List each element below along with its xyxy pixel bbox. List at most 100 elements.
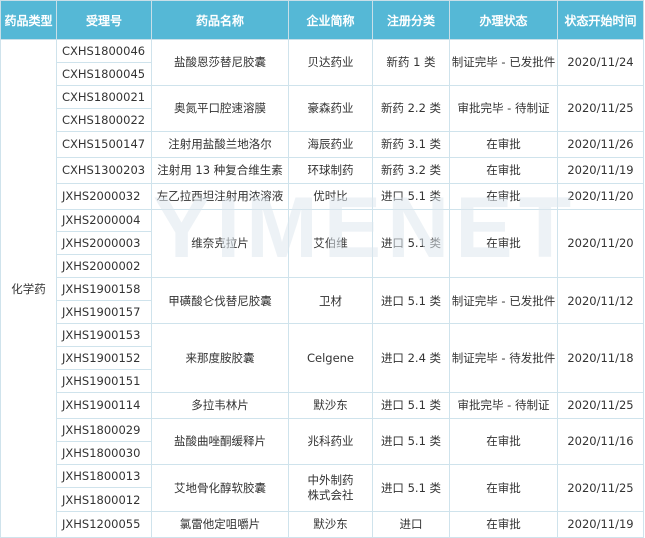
table-row: JXHS1800013 艾地骨化醇软胶囊 中外制药株式会社 进口 5.1 类 在… <box>1 463 644 512</box>
registration-cell: 新药 1 类 <box>372 39 450 86</box>
company-cell: 默沙东 <box>288 391 373 419</box>
acceptance-no-cell: JXHS1900153 <box>56 323 152 347</box>
company-cell: 优时比 <box>288 182 373 210</box>
drug-name-cell: 多拉韦林片 <box>151 391 289 419</box>
drug-name-cell: 左乙拉西坦注射用浓溶液 <box>151 182 289 210</box>
acceptance-no-cell: JXHS2000003 <box>56 231 152 256</box>
drug-name-cell: 甲磺酸仑伐替尼胶囊 <box>151 277 289 325</box>
table-row: JXHS1900158 甲磺酸仑伐替尼胶囊 卫材 进口 5.1 类 制证完毕 -… <box>1 277 644 325</box>
company-cell: 默沙东 <box>288 510 373 538</box>
company-cell: 豪森药业 <box>288 84 373 132</box>
drug-name-cell: 注射用 13 种复合维生素 <box>151 156 289 184</box>
acceptance-no-cell: JXHS2000032 <box>56 182 152 210</box>
drug-name-cell: 艾地骨化醇软胶囊 <box>151 463 289 512</box>
header-drug-name: 药品名称 <box>151 0 289 40</box>
company-cell: 中外制药株式会社 <box>288 463 373 512</box>
acceptance-no-cell: JXHS1900158 <box>56 277 152 302</box>
registration-cell: 进口 5.1 类 <box>372 417 450 465</box>
acceptance-no-cell: CXHS1800022 <box>56 107 152 132</box>
registration-cell: 进口 2.4 类 <box>372 323 450 393</box>
drug-name-cell: 盐酸曲唑酮缓释片 <box>151 417 289 465</box>
company-cell: 海辰药业 <box>288 130 373 158</box>
acceptance-no-cell: CXHS1800045 <box>56 61 152 86</box>
acceptance-no-cell: CXHS1500147 <box>56 130 152 158</box>
acceptance-no-cell: JXHS1200055 <box>56 510 152 538</box>
date-cell: 2020/11/26 <box>557 130 644 158</box>
drug-name-cell: 氯雷他定咀嚼片 <box>151 510 289 538</box>
table-row: JXHS1800029 盐酸曲唑酮缓释片 兆科药业 进口 5.1 类 在审批 2… <box>1 417 644 465</box>
acceptance-no-cell: JXHS1800029 <box>56 417 152 442</box>
table-row: JXHS1200055 氯雷他定咀嚼片 默沙东 进口 在审批 2020/11/1… <box>1 510 644 538</box>
status-cell: 制证完毕 - 已发批件 <box>449 277 558 325</box>
date-cell: 2020/11/25 <box>557 391 644 419</box>
registration-cell: 进口 5.1 类 <box>372 182 450 210</box>
acceptance-no-cell: JXHS1900151 <box>56 368 152 393</box>
header-registration: 注册分类 <box>372 0 450 40</box>
registration-cell: 进口 5.1 类 <box>372 463 450 512</box>
date-cell: 2020/11/18 <box>557 323 644 393</box>
date-cell: 2020/11/25 <box>557 84 644 132</box>
acceptance-no-cell: JXHS1800030 <box>56 440 152 465</box>
status-cell: 在审批 <box>449 130 558 158</box>
acceptance-no-cell: JXHS1800013 <box>56 463 152 489</box>
status-cell: 制证完毕 - 已发批件 <box>449 39 558 86</box>
registration-cell: 新药 3.2 类 <box>372 156 450 184</box>
table-row: CXHS1500147 注射用盐酸兰地洛尔 海辰药业 新药 3.1 类 在审批 … <box>1 130 644 158</box>
drug-name-cell: 奥氮平口腔速溶膜 <box>151 84 289 132</box>
status-cell: 在审批 <box>449 208 558 279</box>
status-cell: 在审批 <box>449 417 558 465</box>
company-cell: 艾伯维 <box>288 208 373 279</box>
date-cell: 2020/11/19 <box>557 156 644 184</box>
registration-cell: 进口 5.1 类 <box>372 277 450 325</box>
acceptance-no-cell: JXHS2000002 <box>56 254 152 279</box>
date-cell: 2020/11/25 <box>557 463 644 512</box>
company-cell: 环球制药 <box>288 156 373 184</box>
header-status-date: 状态开始时间 <box>557 0 644 40</box>
registration-cell: 进口 5.1 类 <box>372 208 450 279</box>
acceptance-no-cell: JXHS1900152 <box>56 345 152 370</box>
company-cell: 贝达药业 <box>288 39 373 86</box>
acceptance-no-cell: JXHS2000004 <box>56 208 152 233</box>
acceptance-no-cell: CXHS1800021 <box>56 84 152 109</box>
table-row: JXHS1900153 来那度胺胶囊 Celgene 进口 2.4 类 制证完毕… <box>1 323 644 393</box>
status-cell: 审批完毕 - 待制证 <box>449 391 558 419</box>
status-cell: 在审批 <box>449 463 558 512</box>
table-row: 化学药 CXHS1800046 盐酸恩莎替尼胶囊 贝达药业 新药 1 类 制证完… <box>0 39 644 538</box>
table-row: CXHS1800021 奥氮平口腔速溶膜 豪森药业 新药 2.2 类 审批完毕 … <box>1 84 644 132</box>
registration-cell: 进口 <box>372 510 450 538</box>
header-acceptance-no: 受理号 <box>56 0 152 40</box>
header-company: 企业简称 <box>288 0 373 40</box>
date-cell: 2020/11/20 <box>557 208 644 279</box>
status-cell: 在审批 <box>449 182 558 210</box>
table-row: JXHS2000004 维奈克拉片 艾伯维 进口 5.1 类 在审批 2020/… <box>1 208 644 279</box>
company-cell: Celgene <box>288 323 373 393</box>
drug-registration-table: 药品类型 受理号 药品名称 企业简称 注册分类 办理状态 状态开始时间 化学药 … <box>0 0 644 538</box>
header-drug-type: 药品类型 <box>0 0 57 40</box>
registration-cell: 进口 5.1 类 <box>372 391 450 419</box>
status-cell: 审批完毕 - 待制证 <box>449 84 558 132</box>
registration-cell: 新药 3.1 类 <box>372 130 450 158</box>
acceptance-no-cell: JXHS1900114 <box>56 391 152 419</box>
drug-type-cell: 化学药 <box>0 39 57 538</box>
drug-name-cell: 盐酸恩莎替尼胶囊 <box>151 39 289 86</box>
company-cell: 卫材 <box>288 277 373 325</box>
registration-cell: 新药 2.2 类 <box>372 84 450 132</box>
table-row: CXHS1300203 注射用 13 种复合维生素 环球制药 新药 3.2 类 … <box>1 156 644 184</box>
acceptance-no-cell: CXHS1800046 <box>56 39 152 63</box>
acceptance-no-cell: JXHS1800012 <box>56 487 152 512</box>
acceptance-no-cell: CXHS1300203 <box>56 156 152 184</box>
date-cell: 2020/11/19 <box>557 510 644 538</box>
date-cell: 2020/11/16 <box>557 417 644 465</box>
drug-name-cell: 注射用盐酸兰地洛尔 <box>151 130 289 158</box>
table-row: JXHS1900114 多拉韦林片 默沙东 进口 5.1 类 审批完毕 - 待制… <box>1 391 644 419</box>
status-cell: 在审批 <box>449 510 558 538</box>
date-cell: 2020/11/12 <box>557 277 644 325</box>
date-cell: 2020/11/24 <box>557 39 644 86</box>
date-cell: 2020/11/20 <box>557 182 644 210</box>
status-cell: 在审批 <box>449 156 558 184</box>
drug-name-cell: 维奈克拉片 <box>151 208 289 279</box>
header-status: 办理状态 <box>449 0 558 40</box>
table-row: JXHS2000032 左乙拉西坦注射用浓溶液 优时比 进口 5.1 类 在审批… <box>1 182 644 210</box>
acceptance-no-cell: JXHS1900157 <box>56 300 152 325</box>
table-header-row: 药品类型 受理号 药品名称 企业简称 注册分类 办理状态 状态开始时间 <box>0 0 644 40</box>
